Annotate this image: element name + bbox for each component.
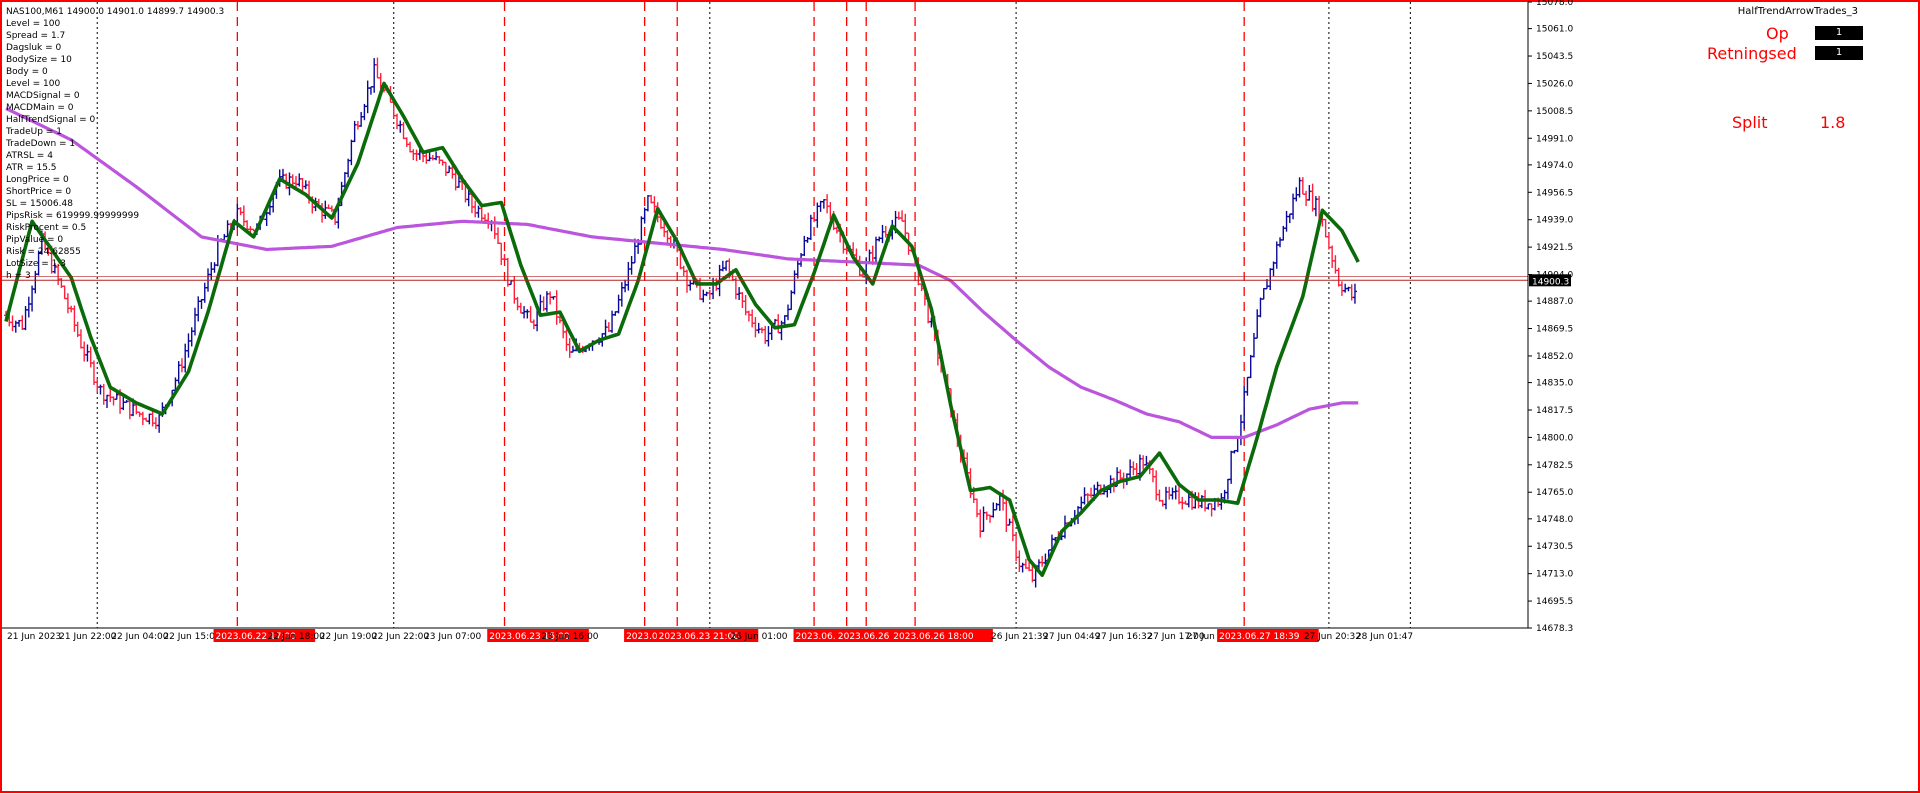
y-tick-label: 14887.0 <box>1536 297 1573 307</box>
y-tick-label: 14991.0 <box>1536 134 1573 144</box>
y-tick-label: 15078.0 <box>1536 0 1573 8</box>
split-label: Split <box>1732 113 1768 132</box>
y-tick-label: 15061.0 <box>1536 25 1573 35</box>
info-line: LongPrice = 0 <box>6 175 69 185</box>
info-line: PipValue = 0 <box>6 235 64 245</box>
y-tick-label: 15043.5 <box>1536 52 1573 62</box>
info-line: Body = 0 <box>6 67 48 77</box>
x-tick-label: 23 Jun 16:00 <box>541 632 598 642</box>
x-tick-label: 2023.06.26 18:00 <box>893 632 974 642</box>
info-line: ShortPrice = 0 <box>6 187 72 197</box>
x-tick-label: 27 Jun 20:32 <box>1304 632 1361 642</box>
x-tick-label: 23 Jun 07:00 <box>424 632 481 642</box>
x-tick-label: 22 Jun 18:00 <box>268 632 325 642</box>
x-tick-label: 21 Jun 22:00 <box>59 632 116 642</box>
x-tick-label: 2023.06.23 21:00 <box>659 632 740 642</box>
y-tick-label: 14695.5 <box>1536 597 1573 607</box>
y-tick-label: 14974.0 <box>1536 161 1573 171</box>
y-tick-label: 14782.5 <box>1536 461 1573 471</box>
y-tick-label: 15026.0 <box>1536 79 1573 89</box>
x-tick-label: 22 Jun 04:00 <box>111 632 168 642</box>
x-tick-label: 22 Jun 15:00 <box>163 632 220 642</box>
indicator-name: HalfTrendArrowTrades_3 <box>1737 6 1858 17</box>
info-line: Level = 100 <box>6 79 61 89</box>
info-line: TradeUp = 1 <box>6 127 62 137</box>
y-tick-label: 14678.3 <box>1536 624 1573 634</box>
y-tick-label: 14748.0 <box>1536 515 1573 525</box>
y-tick-label: 14869.5 <box>1536 325 1573 335</box>
info-line: Dagsluk = 0 <box>6 43 62 53</box>
x-tick-label: 2023.06. <box>796 632 836 642</box>
split-value: 1.8 <box>1820 113 1846 132</box>
info-lines: Level = 100 Spread = 1.7 Dagsluk = 0 BodySi… <box>6 18 224 282</box>
info-overlay: NAS100,M61 14900.0 14901.0 14899.7 14900… <box>6 6 224 282</box>
x-tick-label: 22 Jun 19:00 <box>320 632 377 642</box>
retning-label: Retningsed <box>1707 44 1797 63</box>
y-tick-label: 14765.0 <box>1536 488 1573 498</box>
info-line: h = 3 <box>6 271 31 281</box>
y-tick-label: 14939.0 <box>1536 216 1573 226</box>
y-tick-label: 15008.5 <box>1536 107 1573 117</box>
x-tick-label: 27 Jun 16:32 <box>1095 632 1152 642</box>
symbol-line: NAS100,M61 14900.0 14901.0 14899.7 14900… <box>6 7 225 17</box>
y-tick-label: 14817.5 <box>1536 406 1573 416</box>
y-tick-label: 14730.5 <box>1536 542 1573 552</box>
price-tag-label: 14900.3 <box>1532 277 1569 287</box>
op-label: Op <box>1766 24 1789 43</box>
y-tick-label: 14852.0 <box>1536 352 1573 362</box>
info-line: MACDMain = 0 <box>6 103 74 113</box>
info-line: Level = 100 <box>6 19 61 29</box>
x-tick-label: 27 Jun 04:49 <box>1043 632 1100 642</box>
info-line: TradeDown = 1 <box>6 139 76 149</box>
op-value-box: 1 <box>1815 26 1863 40</box>
info-line: BodySize = 10 <box>6 55 72 65</box>
y-tick-label: 14800.0 <box>1536 433 1573 443</box>
x-tick-label: 22 Jun 22:00 <box>372 632 429 642</box>
x-tick-label: 2023.06.27 18:39 <box>1219 632 1300 642</box>
info-line: Risk = 24.62855 <box>6 247 81 257</box>
chart-area[interactable]: 15078.0 15061.0 15043.5 15026.0 15008.5 14991… <box>0 0 1920 794</box>
info-line: MACDSignal = 0 <box>6 91 80 101</box>
y-tick-label: 14956.5 <box>1536 188 1573 198</box>
info-line: ATR = 15.5 <box>6 163 57 173</box>
x-tick-label: 26 Jun 21:39 <box>991 632 1048 642</box>
info-line: LotSize = 1.3 <box>6 259 66 269</box>
y-tick-label: 14835.0 <box>1536 379 1573 389</box>
info-line: Spread = 1.7 <box>6 31 66 41</box>
x-tick-label: 2023.06.26 1 <box>838 632 898 642</box>
y-tick-label: 14713.0 <box>1536 570 1573 580</box>
info-line: SL = 15006.48 <box>6 199 73 209</box>
y-tick-label: 14921.5 <box>1536 243 1573 253</box>
retning-value-box: 1 <box>1815 46 1863 60</box>
x-tick-label: 21 Jun 2023 <box>7 632 61 642</box>
x-tick-label: 26 Jun 01:00 <box>730 632 787 642</box>
info-line: HalfTrendSignal = 0 <box>6 115 96 125</box>
info-line: ATRSL = 4 <box>6 151 53 161</box>
price-chart[interactable]: 15078.0 15061.0 15043.5 15026.0 15008.5 14991… <box>0 0 1920 794</box>
info-line: PipsRisk = 619999.99999999 <box>6 211 140 221</box>
info-line: RiskProcent = 0.5 <box>6 223 87 233</box>
x-tick-label: 28 Jun 01:47 <box>1356 632 1413 642</box>
